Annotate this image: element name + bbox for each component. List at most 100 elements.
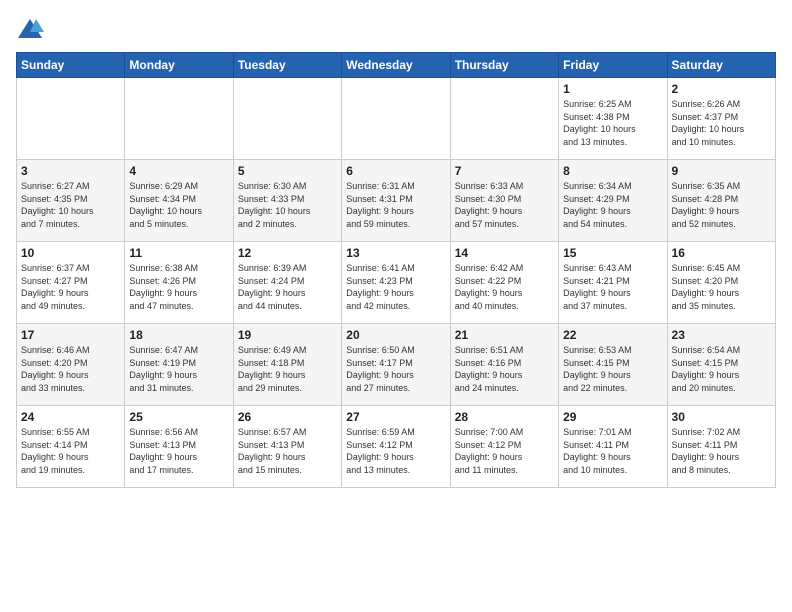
calendar-cell: 11Sunrise: 6:38 AM Sunset: 4:26 PM Dayli… — [125, 242, 233, 324]
day-number: 25 — [129, 410, 228, 424]
calendar-cell: 9Sunrise: 6:35 AM Sunset: 4:28 PM Daylig… — [667, 160, 775, 242]
calendar-cell: 17 Sunrise: 6:46 AM Sunset: 4:20 PM Dayli… — [17, 324, 125, 406]
day-info: Sunrise: 6:41 AM Sunset: 4:23 PM Dayligh… — [346, 262, 445, 312]
weekday-header-thursday: Thursday — [450, 53, 558, 78]
day-info: Sunrise: 6:37 AM Sunset: 4:27 PM Dayligh… — [21, 262, 120, 312]
day-info: Sunrise: 6:42 AM Sunset: 4:22 PM Dayligh… — [455, 262, 554, 312]
day-number: 3 — [21, 164, 120, 178]
day-info: Sunrise: 6:43 AM Sunset: 4:21 PM Dayligh… — [563, 262, 662, 312]
day-number: 22 — [563, 328, 662, 342]
day-number: 24 — [21, 410, 120, 424]
calendar-cell: 28 Sunrise: 7:00 AM Sunset: 4:12 PM Dayli… — [450, 406, 558, 488]
day-info: Sunrise: 6:49 AM Sunset: 4:18 PM Dayligh… — [238, 344, 337, 394]
day-info: Sunrise: 7:01 AM Sunset: 4:11 PM Dayligh… — [563, 426, 662, 476]
day-info: Sunrise: 6:35 AM Sunset: 4:28 PM Dayligh… — [672, 180, 771, 230]
day-info: Sunrise: 6:46 AM Sunset: 4:20 PM Dayligh… — [21, 344, 120, 394]
calendar-cell: 21 Sunrise: 6:51 AM Sunset: 4:16 PM Dayli… — [450, 324, 558, 406]
day-number: 28 — [455, 410, 554, 424]
day-info: Sunrise: 6:34 AM Sunset: 4:29 PM Dayligh… — [563, 180, 662, 230]
calendar-cell — [125, 78, 233, 160]
day-info: Sunrise: 6:26 AM Sunset: 4:37 PM Dayligh… — [672, 98, 771, 148]
calendar-cell: 4 Sunrise: 6:29 AM Sunset: 4:34 PM Daylig… — [125, 160, 233, 242]
calendar-cell: 19 Sunrise: 6:49 AM Sunset: 4:18 PM Dayli… — [233, 324, 341, 406]
calendar-cell: 25 Sunrise: 6:56 AM Sunset: 4:13 PM Dayli… — [125, 406, 233, 488]
day-number: 14 — [455, 246, 554, 260]
weekday-header-tuesday: Tuesday — [233, 53, 341, 78]
day-number: 21 — [455, 328, 554, 342]
day-number: 15 — [563, 246, 662, 260]
calendar-cell: 10 Sunrise: 6:37 AM Sunset: 4:27 PM Dayli… — [17, 242, 125, 324]
day-number: 16 — [672, 246, 771, 260]
day-number: 20 — [346, 328, 445, 342]
day-number: 18 — [129, 328, 228, 342]
calendar-cell: 7 Sunrise: 6:33 AM Sunset: 4:30 PM Daylig… — [450, 160, 558, 242]
day-number: 27 — [346, 410, 445, 424]
day-number: 19 — [238, 328, 337, 342]
calendar-cell: 20 Sunrise: 6:50 AM Sunset: 4:17 PM Dayli… — [342, 324, 450, 406]
calendar-cell: 23 Sunrise: 6:54 AM Sunset: 4:15 PM Dayli… — [667, 324, 775, 406]
day-info: Sunrise: 6:53 AM Sunset: 4:15 PM Dayligh… — [563, 344, 662, 394]
day-info: Sunrise: 6:59 AM Sunset: 4:12 PM Dayligh… — [346, 426, 445, 476]
day-number: 8 — [563, 164, 662, 178]
calendar-cell — [233, 78, 341, 160]
calendar-cell: 14 Sunrise: 6:42 AM Sunset: 4:22 PM Dayli… — [450, 242, 558, 324]
calendar-cell: 30 Sunrise: 7:02 AM Sunset: 4:11 PM Dayli… — [667, 406, 775, 488]
header — [16, 16, 776, 44]
day-info: Sunrise: 7:02 AM Sunset: 4:11 PM Dayligh… — [672, 426, 771, 476]
day-number: 4 — [129, 164, 228, 178]
weekday-header-sunday: Sunday — [17, 53, 125, 78]
day-number: 17 — [21, 328, 120, 342]
day-number: 2 — [672, 82, 771, 96]
day-info: Sunrise: 6:50 AM Sunset: 4:17 PM Dayligh… — [346, 344, 445, 394]
calendar-cell: 26Sunrise: 6:57 AM Sunset: 4:13 PM Dayli… — [233, 406, 341, 488]
calendar-cell: 1 Sunrise: 6:25 AM Sunset: 4:38 PM Daylig… — [559, 78, 667, 160]
day-number: 23 — [672, 328, 771, 342]
calendar-cell — [342, 78, 450, 160]
logo — [16, 16, 48, 44]
calendar-cell: 22 Sunrise: 6:53 AM Sunset: 4:15 PM Dayli… — [559, 324, 667, 406]
day-number: 12 — [238, 246, 337, 260]
calendar-cell: 12 Sunrise: 6:39 AM Sunset: 4:24 PM Dayli… — [233, 242, 341, 324]
weekday-header-monday: Monday — [125, 53, 233, 78]
weekday-header-wednesday: Wednesday — [342, 53, 450, 78]
day-number: 26 — [238, 410, 337, 424]
day-info: Sunrise: 6:29 AM Sunset: 4:34 PM Dayligh… — [129, 180, 228, 230]
day-info: Sunrise: 6:51 AM Sunset: 4:16 PM Dayligh… — [455, 344, 554, 394]
day-number: 10 — [21, 246, 120, 260]
day-number: 1 — [563, 82, 662, 96]
calendar-cell — [450, 78, 558, 160]
calendar-cell — [17, 78, 125, 160]
day-info: Sunrise: 6:27 AM Sunset: 4:35 PM Dayligh… — [21, 180, 120, 230]
calendar-cell: 24 Sunrise: 6:55 AM Sunset: 4:14 PM Dayli… — [17, 406, 125, 488]
day-info: Sunrise: 6:25 AM Sunset: 4:38 PM Dayligh… — [563, 98, 662, 148]
day-info: Sunrise: 6:54 AM Sunset: 4:15 PM Dayligh… — [672, 344, 771, 394]
weekday-header-saturday: Saturday — [667, 53, 775, 78]
calendar-table: SundayMondayTuesdayWednesdayThursdayFrid… — [16, 52, 776, 488]
calendar-cell: 16 Sunrise: 6:45 AM Sunset: 4:20 PM Dayli… — [667, 242, 775, 324]
day-info: Sunrise: 6:55 AM Sunset: 4:14 PM Dayligh… — [21, 426, 120, 476]
day-number: 6 — [346, 164, 445, 178]
day-number: 30 — [672, 410, 771, 424]
day-info: Sunrise: 6:47 AM Sunset: 4:19 PM Dayligh… — [129, 344, 228, 394]
day-info: Sunrise: 6:31 AM Sunset: 4:31 PM Dayligh… — [346, 180, 445, 230]
day-info: Sunrise: 6:45 AM Sunset: 4:20 PM Dayligh… — [672, 262, 771, 312]
day-number: 5 — [238, 164, 337, 178]
day-number: 11 — [129, 246, 228, 260]
calendar-cell: 15 Sunrise: 6:43 AM Sunset: 4:21 PM Dayli… — [559, 242, 667, 324]
day-info: Sunrise: 6:30 AM Sunset: 4:33 PM Dayligh… — [238, 180, 337, 230]
calendar-cell: 3 Sunrise: 6:27 AM Sunset: 4:35 PM Daylig… — [17, 160, 125, 242]
day-info: Sunrise: 7:00 AM Sunset: 4:12 PM Dayligh… — [455, 426, 554, 476]
day-info: Sunrise: 6:33 AM Sunset: 4:30 PM Dayligh… — [455, 180, 554, 230]
calendar-cell: 29 Sunrise: 7:01 AM Sunset: 4:11 PM Dayli… — [559, 406, 667, 488]
day-info: Sunrise: 6:56 AM Sunset: 4:13 PM Dayligh… — [129, 426, 228, 476]
weekday-header-friday: Friday — [559, 53, 667, 78]
day-number: 13 — [346, 246, 445, 260]
day-info: Sunrise: 6:39 AM Sunset: 4:24 PM Dayligh… — [238, 262, 337, 312]
calendar-cell: 2 Sunrise: 6:26 AM Sunset: 4:37 PM Daylig… — [667, 78, 775, 160]
calendar-cell: 8 Sunrise: 6:34 AM Sunset: 4:29 PM Daylig… — [559, 160, 667, 242]
calendar-cell: 27 Sunrise: 6:59 AM Sunset: 4:12 PM Dayli… — [342, 406, 450, 488]
calendar-cell: 5 Sunrise: 6:30 AM Sunset: 4:33 PM Daylig… — [233, 160, 341, 242]
day-number: 7 — [455, 164, 554, 178]
day-number: 29 — [563, 410, 662, 424]
logo-icon — [16, 16, 44, 44]
